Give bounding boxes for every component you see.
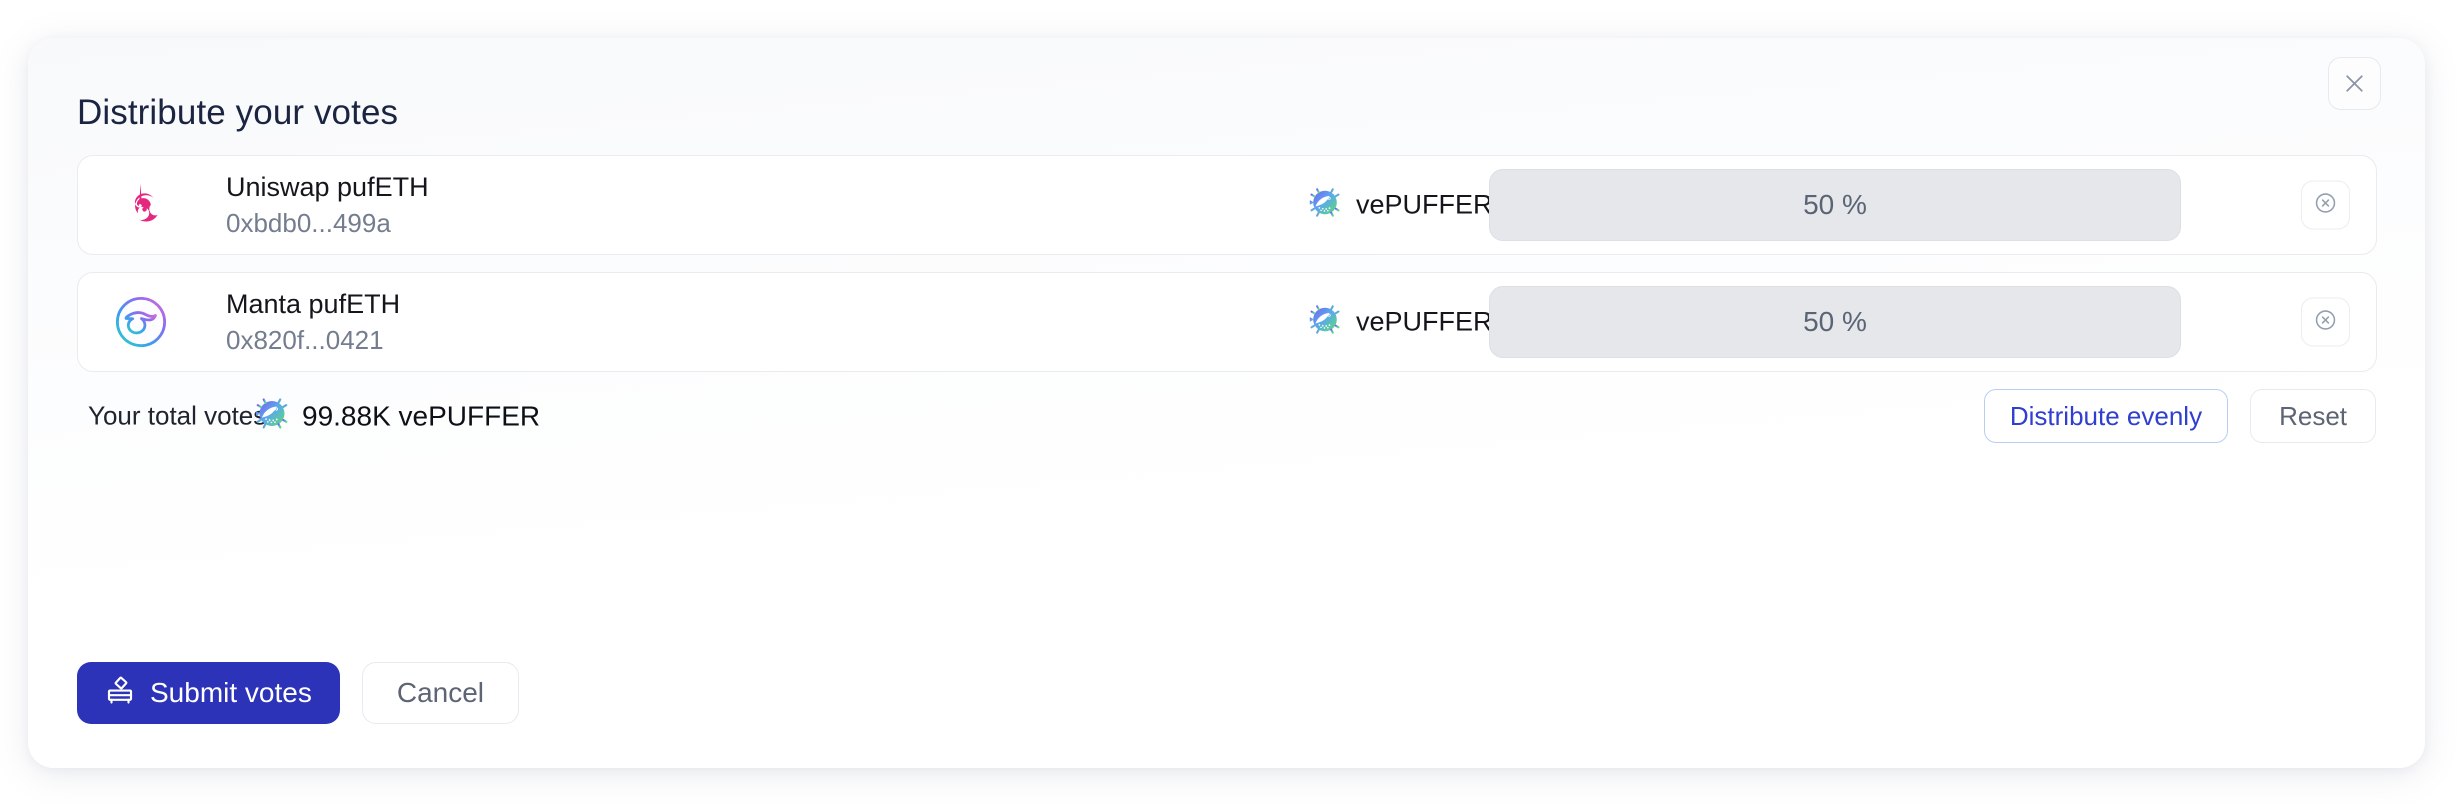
pool-address: 0x820f...0421: [226, 325, 384, 355]
pool-name: Manta pufETH: [226, 289, 401, 319]
remove-row-button[interactable]: [2301, 297, 2350, 347]
token-name: vePUFFER: [1356, 189, 1493, 220]
uniswap-unicorn-icon: [112, 176, 170, 234]
vepuffer-icon: [253, 395, 291, 438]
total-votes-value: 99.88K vePUFFER: [302, 400, 541, 431]
table-row: Uniswap pufETH 0xbdb0...499a vePUFFER 50…: [77, 155, 2377, 255]
modal-footer: Submit votes Cancel: [77, 662, 520, 724]
ballot-box-icon: [105, 675, 135, 712]
total-votes-value-group: 99.88K vePUFFER: [253, 395, 540, 438]
pool-name: Uniswap pufETH: [226, 172, 429, 202]
distribute-votes-modal: Distribute your votes Uniswap pufETH 0xb…: [28, 38, 2425, 768]
total-votes-label: Your total votes: [88, 400, 267, 431]
remove-row-button[interactable]: [2301, 180, 2350, 230]
page-title: Distribute your votes: [77, 93, 399, 132]
totals-actions: Distribute evenly Reset: [1983, 389, 2376, 443]
submit-votes-button[interactable]: Submit votes: [77, 662, 340, 724]
row-identity: Manta pufETH 0x820f...0421: [226, 287, 400, 357]
circle-x-icon: [2313, 190, 2338, 220]
totals-bar: Your total votes 99.88K vePUFFER Distrib…: [28, 373, 2425, 459]
close-button[interactable]: [2328, 57, 2381, 110]
close-icon: [2342, 71, 2367, 96]
cancel-button[interactable]: Cancel: [361, 662, 520, 724]
row-identity: Uniswap pufETH 0xbdb0...499a: [226, 170, 429, 240]
percent-input[interactable]: 50 %: [1489, 286, 2181, 358]
token-name: vePUFFER: [1356, 306, 1493, 337]
submit-votes-label: Submit votes: [150, 677, 312, 708]
circle-x-icon: [2313, 307, 2338, 337]
row-token: vePUFFER: [1307, 302, 1493, 343]
pool-address: 0xbdb0...499a: [226, 208, 391, 238]
distribute-evenly-button[interactable]: Distribute evenly: [1983, 389, 2229, 443]
vepuffer-icon: [1307, 302, 1343, 343]
row-token: vePUFFER: [1307, 185, 1493, 226]
manta-icon: [112, 293, 170, 351]
table-row: Manta pufETH 0x820f...0421 vePUFFER 50 %: [77, 272, 2377, 372]
reset-button[interactable]: Reset: [2250, 389, 2376, 443]
percent-input[interactable]: 50 %: [1489, 169, 2181, 241]
vote-rows-list: Uniswap pufETH 0xbdb0...499a vePUFFER 50…: [77, 155, 2377, 372]
vepuffer-icon: [1307, 185, 1343, 226]
